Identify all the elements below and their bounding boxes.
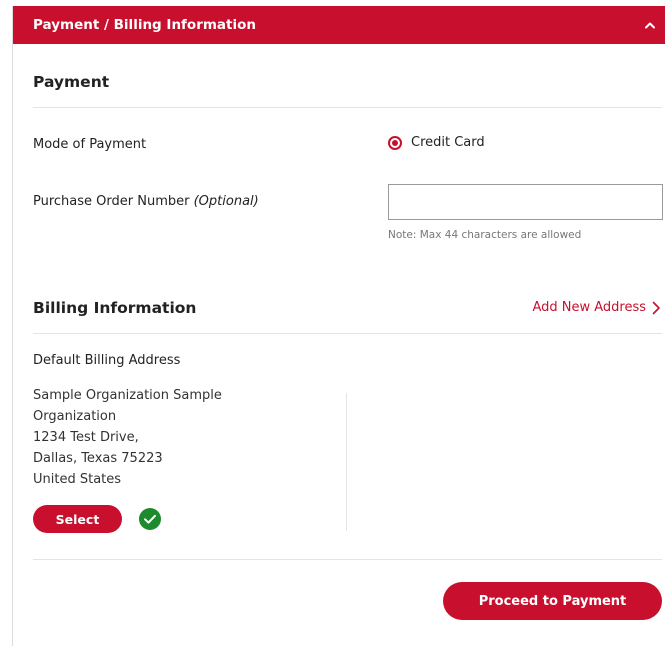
po-note: Note: Max 44 characters are allowed <box>388 229 582 241</box>
address-line-1: Sample Organization Sample Organization <box>33 388 222 424</box>
chevron-right-icon <box>652 301 660 314</box>
panel-title: Payment / Billing Information <box>33 17 257 33</box>
add-new-address-label: Add New Address <box>532 300 646 315</box>
po-number-label: Purchase Order Number (Optional) <box>33 194 259 209</box>
payment-section-title: Payment <box>33 73 110 91</box>
address-column-divider <box>346 393 347 531</box>
po-optional-text: (Optional) <box>193 194 259 209</box>
mode-of-payment-label: Mode of Payment <box>33 137 147 152</box>
chevron-up-icon[interactable] <box>642 17 658 33</box>
credit-card-radio[interactable] <box>388 135 402 150</box>
address-line-2: 1234 Test Drive, <box>33 430 139 445</box>
default-billing-address-heading: Default Billing Address <box>33 353 181 368</box>
billing-divider <box>33 333 662 334</box>
address-line-3: Dallas, Texas 75223 <box>33 451 163 466</box>
billing-section-title: Billing Information <box>33 299 197 317</box>
footer-divider <box>33 559 662 560</box>
check-circle-icon <box>139 508 161 530</box>
credit-card-label: Credit Card <box>411 135 485 150</box>
po-number-input[interactable] <box>388 184 663 220</box>
panel-header[interactable]: Payment / Billing Information <box>13 6 665 44</box>
payment-billing-panel: Payment / Billing Information Payment Mo… <box>12 6 665 646</box>
proceed-to-payment-button[interactable]: Proceed to Payment <box>443 582 662 620</box>
select-address-button[interactable]: Select <box>33 505 122 533</box>
add-new-address-link[interactable]: Add New Address <box>532 300 661 315</box>
po-number-label-text: Purchase Order Number <box>33 194 190 209</box>
payment-divider <box>33 107 662 108</box>
credit-card-option[interactable]: Credit Card <box>388 135 485 150</box>
address-line-4: United States <box>33 472 122 487</box>
billing-address: Sample Organization Sample Organization … <box>33 385 273 490</box>
